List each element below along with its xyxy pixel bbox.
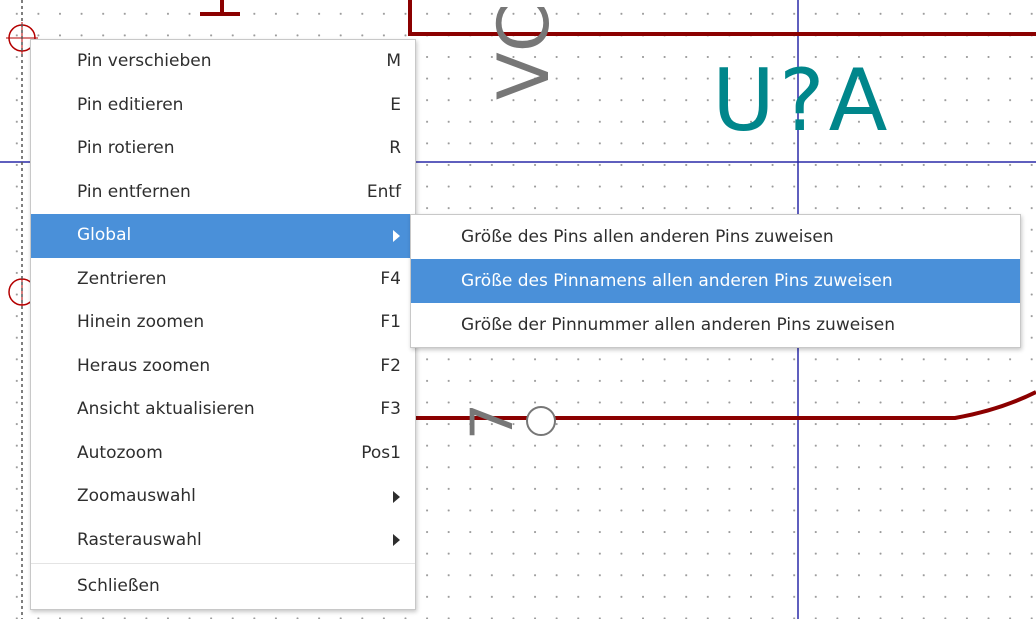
menu-item-global[interactable]: Global <box>31 214 415 258</box>
global-submenu: Größe des Pins allen anderen Pins zuweis… <box>410 214 1021 348</box>
menu-item-label: Heraus zoomen <box>77 355 211 376</box>
menu-item-ansicht-aktualisieren[interactable]: Ansicht aktualisieren F3 <box>31 388 415 432</box>
submenu-arrow-icon <box>393 534 400 547</box>
submenu-arrow-icon <box>393 229 400 242</box>
menu-item-shortcut: F3 <box>380 399 401 419</box>
menu-item-shortcut: R <box>389 138 401 158</box>
menu-item-zoomauswahl[interactable]: Zoomauswahl <box>31 475 415 519</box>
menu-item-pin-verschieben[interactable]: Pin verschieben M <box>31 40 415 84</box>
menu-item-pin-entfernen[interactable]: Pin entfernen Entf <box>31 171 415 215</box>
menu-item-label: Rasterauswahl <box>77 529 202 550</box>
menu-item-shortcut: F4 <box>380 268 401 289</box>
menu-item-schliessen[interactable]: Schließen <box>31 565 415 609</box>
menu-item-shortcut: F1 <box>380 312 401 332</box>
menu-item-autozoom[interactable]: Autozoom Pos1 <box>31 432 415 476</box>
menu-item-label: Pin rotieren <box>77 138 175 158</box>
menu-item-label: Pin entfernen <box>77 181 191 202</box>
menu-item-label: Global <box>77 225 132 245</box>
menu-item-heraus-zoomen[interactable]: Heraus zoomen F2 <box>31 345 415 389</box>
submenu-item-pin-name-size[interactable]: Größe des Pinnamens allen anderen Pins z… <box>411 259 1020 303</box>
menu-separator <box>31 563 415 564</box>
menu-item-label: Ansicht aktualisieren <box>77 399 255 419</box>
menu-item-label: Pin verschieben <box>77 51 212 71</box>
pin-name-text: VCC <box>483 0 565 100</box>
menu-item-pin-editieren[interactable]: Pin editieren E <box>31 84 415 128</box>
menu-item-label: Schließen <box>77 576 160 596</box>
menu-item-shortcut: F2 <box>380 355 401 376</box>
reference-designator: U?A <box>712 51 891 151</box>
submenu-arrow-icon <box>393 490 400 503</box>
menu-item-hinein-zoomen[interactable]: Hinein zoomen F1 <box>31 301 415 345</box>
menu-item-pin-rotieren[interactable]: Pin rotieren R <box>31 127 415 171</box>
menu-item-shortcut: E <box>390 94 401 115</box>
menu-item-rasterauswahl[interactable]: Rasterauswahl <box>31 519 415 563</box>
pin-endpoint-icon <box>526 406 556 436</box>
context-menu: Pin verschieben M Pin editieren E Pin ro… <box>30 39 416 610</box>
menu-item-label: Zentrieren <box>77 268 167 289</box>
menu-item-label: Pin editieren <box>77 94 184 115</box>
menu-item-label: Hinein zoomen <box>77 312 205 332</box>
submenu-item-label: Größe des Pins allen anderen Pins zuweis… <box>461 227 834 247</box>
pin-number-text: 7 <box>458 403 526 440</box>
submenu-item-label: Größe des Pinnamens allen anderen Pins z… <box>461 271 893 291</box>
menu-item-shortcut: Entf <box>366 181 401 202</box>
menu-item-label: Zoomauswahl <box>77 486 196 506</box>
submenu-item-pin-number-size[interactable]: Größe der Pinnummer allen anderen Pins z… <box>411 303 1020 347</box>
menu-item-zentrieren[interactable]: Zentrieren F4 <box>31 258 415 302</box>
menu-item-shortcut: Pos1 <box>361 442 401 463</box>
menu-item-shortcut: M <box>386 51 401 71</box>
menu-item-label: Autozoom <box>77 442 163 463</box>
component-top-pin <box>200 0 240 16</box>
submenu-item-label: Größe der Pinnummer allen anderen Pins z… <box>461 315 896 335</box>
submenu-item-pin-size[interactable]: Größe des Pins allen anderen Pins zuweis… <box>411 215 1020 259</box>
